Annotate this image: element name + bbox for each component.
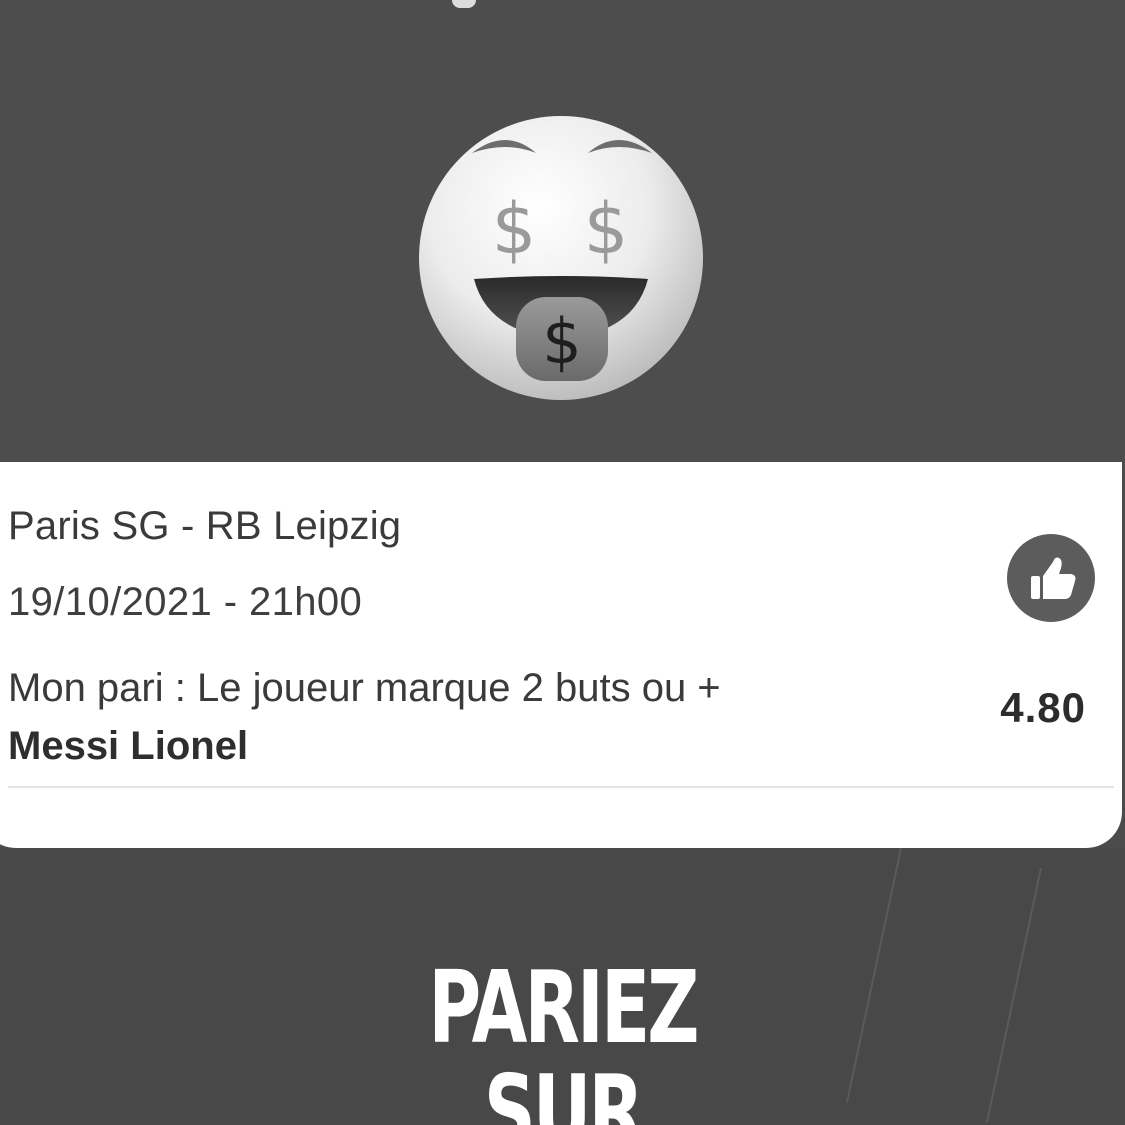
match-title: Paris SG - RB Leipzig <box>8 504 402 548</box>
card-divider <box>8 786 1114 788</box>
promo-line-1: PARIEZ <box>428 949 699 1066</box>
top-edge-mark <box>452 0 476 8</box>
bet-description: Mon pari : Le joueur marque 2 buts ou + <box>8 666 721 710</box>
banner-stripe <box>985 868 1042 1123</box>
promo-line-2: SUR <box>483 1053 644 1125</box>
match-datetime: 19/10/2021 - 21h00 <box>8 580 363 624</box>
money-mouth-face-icon: $ $ $ <box>416 113 706 403</box>
bet-card[interactable]: Paris SG - RB Leipzig 19/10/2021 - 21h00… <box>0 462 1122 848</box>
svg-text:$: $ <box>492 188 537 270</box>
promo-banner: PARIEZ SUR <box>0 848 1125 1125</box>
screen: $ $ $ Paris SG - RB Leipzig 19/10/2021 -… <box>0 0 1125 1125</box>
svg-text:$: $ <box>584 188 629 270</box>
promo-headline: PARIEZ SUR <box>157 958 967 1125</box>
header-background: $ $ $ <box>0 0 1125 470</box>
like-button[interactable] <box>1007 534 1095 622</box>
svg-text:$: $ <box>542 305 581 378</box>
thumbs-up-icon <box>1031 557 1076 599</box>
player-name: Messi Lionel <box>8 724 249 768</box>
odds-value: 4.80 <box>1000 684 1086 731</box>
